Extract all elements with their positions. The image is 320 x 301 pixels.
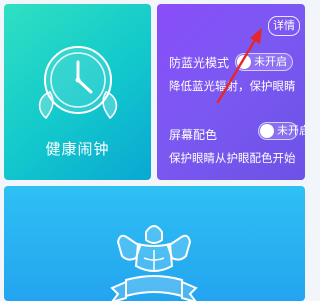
- screen-color-description: 保护眼睛从护眼配色开始: [169, 151, 296, 165]
- blue-light-mode-label: 防蓝光模式: [169, 56, 230, 70]
- toggle-knob: [237, 55, 251, 69]
- alarm-clock-icon: [32, 40, 124, 136]
- screen-color-label: 屏幕配色: [169, 128, 218, 142]
- detail-button[interactable]: 详情: [268, 16, 300, 36]
- eye-care-card: 详情 防蓝光模式 未开启 降低蓝光辐射，保护眼睛 屏幕配色 未开启 保护眼睛从护…: [157, 4, 305, 180]
- fitness-card[interactable]: [4, 186, 305, 301]
- health-alarm-card[interactable]: 健康闹钟: [4, 4, 151, 180]
- screen-color-toggle[interactable]: 未开启: [258, 122, 305, 140]
- blue-light-toggle[interactable]: 未开启: [235, 53, 293, 71]
- blue-light-description: 降低蓝光辐射，保护眼睛: [169, 79, 296, 93]
- alarm-card-title: 健康闹钟: [45, 140, 110, 158]
- toggle-knob: [260, 124, 274, 138]
- blue-light-toggle-text: 未开启: [254, 55, 287, 68]
- screen-color-toggle-text: 未开启: [277, 124, 305, 137]
- muscle-man-icon: [106, 218, 202, 301]
